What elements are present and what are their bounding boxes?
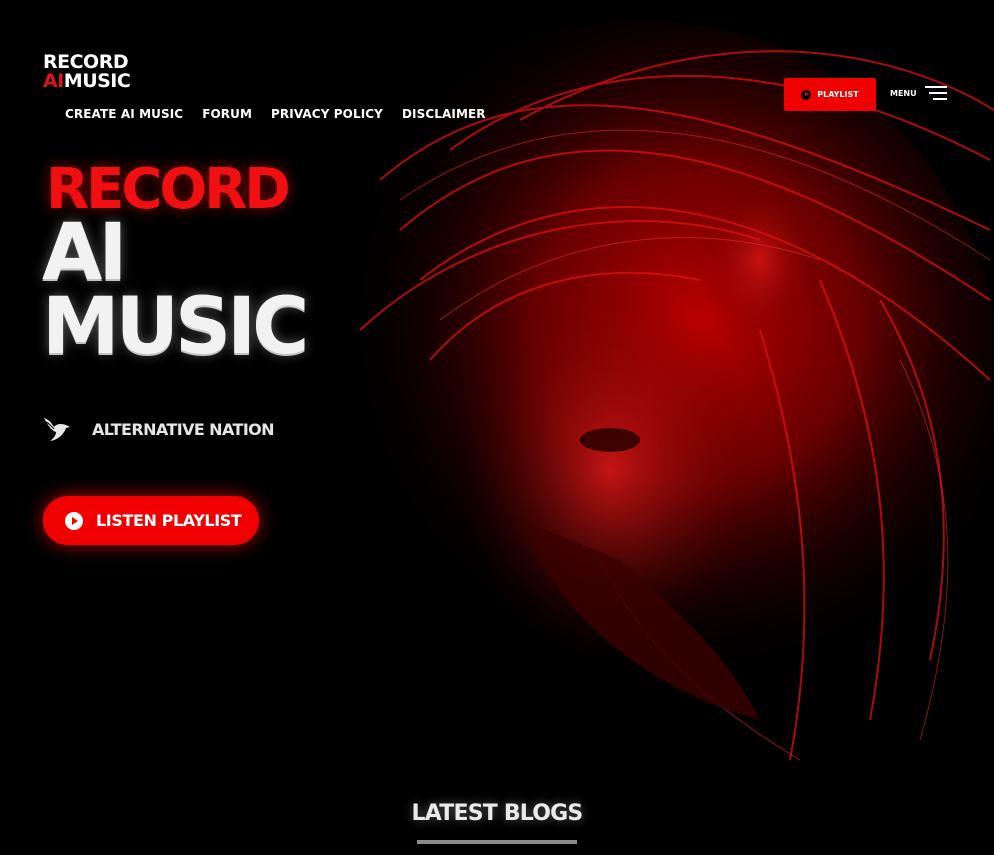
hero-subtitle: ALTERNATIVE NATION [92, 419, 275, 439]
header-playlist-button[interactable]: PLAYLIST [784, 78, 876, 111]
hero-subtitle-row: ALTERNATIVE NATION [42, 414, 275, 444]
nav-privacy-policy[interactable]: PRIVACY POLICY [271, 107, 383, 121]
logo-music: MUSIC [63, 70, 131, 92]
hamburger-icon [924, 86, 947, 100]
nav-disclaimer[interactable]: DISCLAIMER [402, 107, 486, 121]
nav-create-ai-music[interactable]: CREATE AI MUSIC [65, 107, 183, 121]
latest-blogs-heading: LATEST BLOGS [411, 801, 584, 826]
logo-line-ai-music: AIMUSIC [43, 70, 131, 92]
latest-blogs-underline [417, 840, 577, 844]
listen-playlist-label: LISTEN PLAYLIST [96, 511, 242, 530]
header-playlist-label: PLAYLIST [817, 90, 859, 99]
menu-label: MENU [890, 88, 917, 98]
site-logo[interactable]: RECORD AIMUSIC [43, 53, 131, 92]
menu-toggle[interactable]: MENU [890, 86, 947, 100]
play-icon [801, 89, 812, 100]
listen-playlist-button[interactable]: LISTEN PLAYLIST [43, 496, 259, 545]
logo-ai: AI [43, 70, 64, 92]
bird-icon [44, 418, 70, 441]
nav-forum[interactable]: FORUM [202, 107, 252, 121]
hero-title-music: MUSIC [42, 282, 309, 372]
main-nav: CREATE AI MUSIC FORUM PRIVACY POLICY DIS… [65, 107, 486, 121]
play-icon [65, 511, 83, 530]
